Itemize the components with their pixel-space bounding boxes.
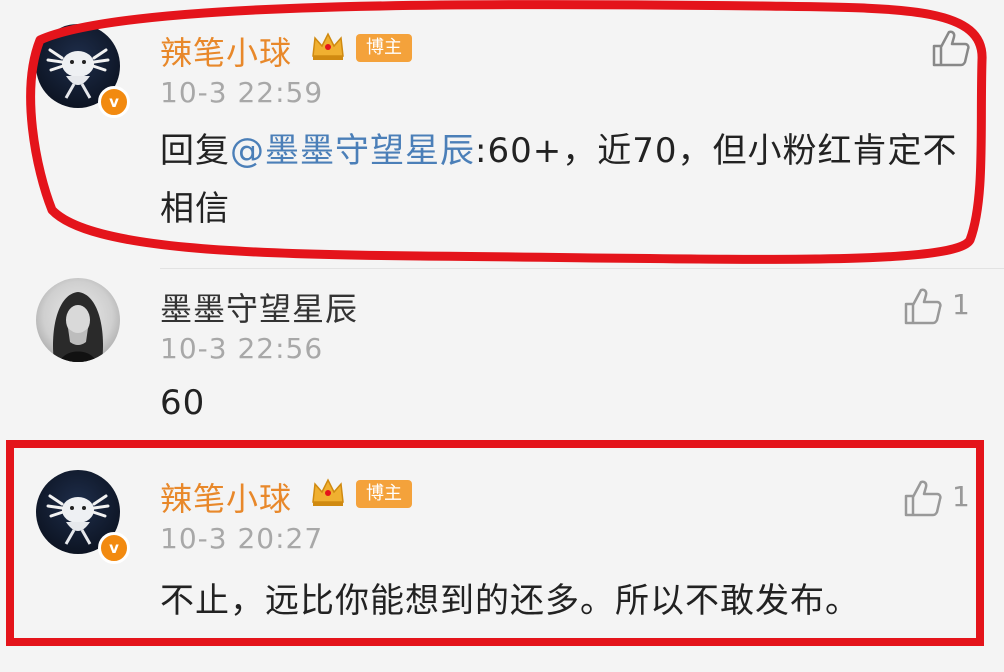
comment-author-name[interactable]: 辣笔小球 — [160, 28, 292, 74]
comment-item: v 辣笔小球 博主 10-3 22:59 回复@墨墨守望星辰:60+，近70，但… — [0, 0, 1004, 260]
highlight-box-annotation — [6, 440, 984, 646]
reply-prefix: 回复 — [160, 131, 230, 171]
comment-author-name[interactable]: 墨墨守望星辰 — [160, 284, 358, 330]
comment-text: 60 — [160, 383, 206, 423]
comment-item: 墨墨守望星辰 10-3 22:56 60 1 — [0, 270, 1004, 440]
like-count: 1 — [952, 288, 970, 321]
user-avatar-image — [53, 292, 103, 362]
comment-timestamp: 10-3 22:56 — [160, 332, 324, 365]
thumbs-up-icon[interactable] — [902, 286, 944, 326]
comment-divider — [160, 268, 1004, 269]
comment-text: 回复@墨墨守望星辰:60+，近70，但小粉红肯定不相信 — [160, 122, 960, 238]
comment-timestamp: 10-3 22:59 — [160, 76, 324, 109]
crown-icon — [312, 32, 344, 60]
thumbs-up-icon[interactable] — [930, 28, 972, 68]
verified-badge-icon: v — [98, 86, 130, 118]
mention-link[interactable]: @墨墨守望星辰 — [230, 131, 475, 171]
avatar[interactable] — [36, 278, 120, 362]
blogger-badge: 博主 — [356, 34, 412, 62]
